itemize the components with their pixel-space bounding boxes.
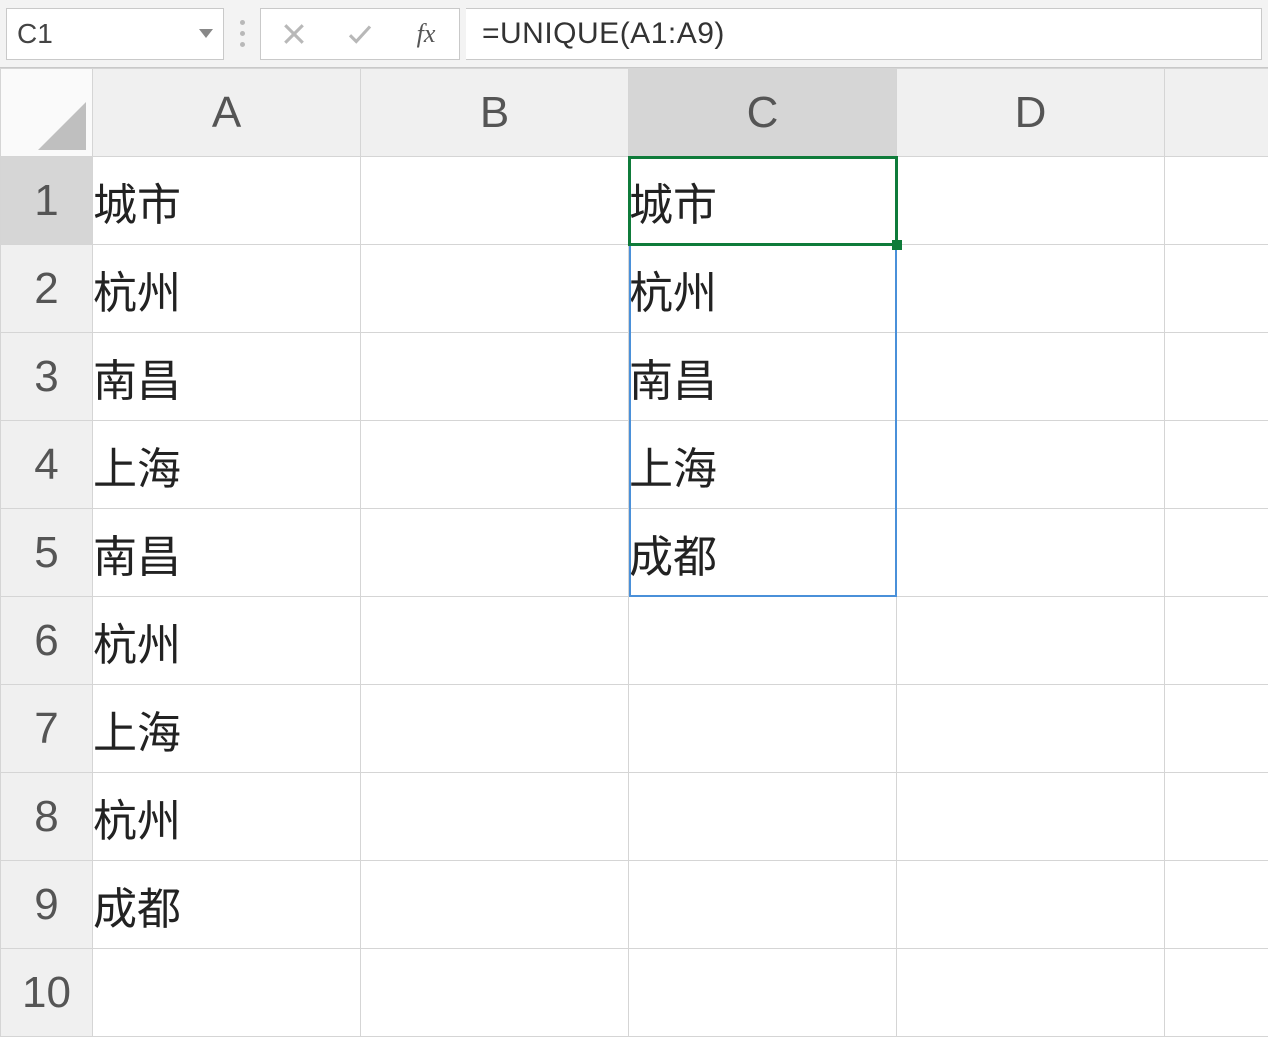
cell-C5[interactable]: 成都 bbox=[629, 509, 897, 597]
cell-E9[interactable] bbox=[1165, 861, 1268, 949]
col-header-E[interactable] bbox=[1165, 69, 1268, 157]
cell-A9[interactable]: 成都 bbox=[93, 861, 361, 949]
cell-C6[interactable] bbox=[629, 597, 897, 685]
col-header-C[interactable]: C bbox=[629, 69, 897, 157]
cell-D7[interactable] bbox=[897, 685, 1165, 773]
cell-E8[interactable] bbox=[1165, 773, 1268, 861]
cell-C8[interactable] bbox=[629, 773, 897, 861]
cell-B7[interactable] bbox=[361, 685, 629, 773]
cell-D3[interactable] bbox=[897, 333, 1165, 421]
cell-E5[interactable] bbox=[1165, 509, 1268, 597]
cell-E2[interactable] bbox=[1165, 245, 1268, 333]
cell-C1[interactable]: 城市 bbox=[629, 157, 897, 245]
cell-B2[interactable] bbox=[361, 245, 629, 333]
name-box-dropdown-icon[interactable] bbox=[199, 29, 213, 38]
cell-E6[interactable] bbox=[1165, 597, 1268, 685]
cell-E10[interactable] bbox=[1165, 949, 1268, 1037]
fill-handle[interactable] bbox=[892, 240, 902, 250]
cell-A5[interactable]: 南昌 bbox=[93, 509, 361, 597]
enter-button[interactable] bbox=[327, 9, 393, 59]
row-header-7[interactable]: 7 bbox=[1, 685, 93, 773]
col-header-B[interactable]: B bbox=[361, 69, 629, 157]
cell-C2[interactable]: 杭州 bbox=[629, 245, 897, 333]
cell-C4[interactable]: 上海 bbox=[629, 421, 897, 509]
spreadsheet-area[interactable]: A B C D 1 城市 城市 2 杭州 杭州 bbox=[0, 68, 1268, 1044]
row-header-6[interactable]: 6 bbox=[1, 597, 93, 685]
grid: A B C D 1 城市 城市 2 杭州 杭州 bbox=[0, 68, 1268, 1037]
row-header-2[interactable]: 2 bbox=[1, 245, 93, 333]
col-header-A[interactable]: A bbox=[93, 69, 361, 157]
row-header-5[interactable]: 5 bbox=[1, 509, 93, 597]
row-header-9[interactable]: 9 bbox=[1, 861, 93, 949]
formula-bar: C1 fx =UNIQUE(A1:A9) bbox=[0, 0, 1268, 68]
row-header-1[interactable]: 1 bbox=[1, 157, 93, 245]
fx-icon: fx bbox=[417, 19, 436, 49]
insert-function-button[interactable]: fx bbox=[393, 9, 459, 59]
cell-C10[interactable] bbox=[629, 949, 897, 1037]
cell-A7[interactable]: 上海 bbox=[93, 685, 361, 773]
cell-D5[interactable] bbox=[897, 509, 1165, 597]
check-icon bbox=[345, 19, 375, 49]
cell-D9[interactable] bbox=[897, 861, 1165, 949]
cell-C9[interactable] bbox=[629, 861, 897, 949]
name-box[interactable]: C1 bbox=[6, 8, 224, 60]
formula-bar-buttons: fx bbox=[260, 8, 460, 60]
cell-E7[interactable] bbox=[1165, 685, 1268, 773]
x-icon bbox=[279, 19, 309, 49]
row-header-8[interactable]: 8 bbox=[1, 773, 93, 861]
col-header-D[interactable]: D bbox=[897, 69, 1165, 157]
cell-D4[interactable] bbox=[897, 421, 1165, 509]
formula-text: =UNIQUE(A1:A9) bbox=[482, 17, 725, 51]
cell-A1[interactable]: 城市 bbox=[93, 157, 361, 245]
cell-B4[interactable] bbox=[361, 421, 629, 509]
cell-A4[interactable]: 上海 bbox=[93, 421, 361, 509]
cell-A8[interactable]: 杭州 bbox=[93, 773, 361, 861]
select-all-button[interactable] bbox=[1, 69, 93, 157]
cell-B8[interactable] bbox=[361, 773, 629, 861]
cell-D10[interactable] bbox=[897, 949, 1165, 1037]
cell-A3[interactable]: 南昌 bbox=[93, 333, 361, 421]
name-box-value: C1 bbox=[17, 18, 53, 50]
cell-A2[interactable]: 杭州 bbox=[93, 245, 361, 333]
cell-B9[interactable] bbox=[361, 861, 629, 949]
cell-D1[interactable] bbox=[897, 157, 1165, 245]
row-header-4[interactable]: 4 bbox=[1, 421, 93, 509]
row-header-10[interactable]: 10 bbox=[1, 949, 93, 1037]
cell-A10[interactable] bbox=[93, 949, 361, 1037]
cell-B1[interactable] bbox=[361, 157, 629, 245]
formula-input[interactable]: =UNIQUE(A1:A9) bbox=[466, 8, 1262, 60]
cell-B5[interactable] bbox=[361, 509, 629, 597]
cancel-button[interactable] bbox=[261, 9, 327, 59]
cell-E1[interactable] bbox=[1165, 157, 1268, 245]
cell-C3[interactable]: 南昌 bbox=[629, 333, 897, 421]
cell-E4[interactable] bbox=[1165, 421, 1268, 509]
cell-D8[interactable] bbox=[897, 773, 1165, 861]
cell-B3[interactable] bbox=[361, 333, 629, 421]
row-header-3[interactable]: 3 bbox=[1, 333, 93, 421]
cell-D2[interactable] bbox=[897, 245, 1165, 333]
cell-A6[interactable]: 杭州 bbox=[93, 597, 361, 685]
formula-bar-grip-icon bbox=[230, 20, 254, 47]
cell-B6[interactable] bbox=[361, 597, 629, 685]
cell-C7[interactable] bbox=[629, 685, 897, 773]
cell-B10[interactable] bbox=[361, 949, 629, 1037]
cell-E3[interactable] bbox=[1165, 333, 1268, 421]
cell-D6[interactable] bbox=[897, 597, 1165, 685]
